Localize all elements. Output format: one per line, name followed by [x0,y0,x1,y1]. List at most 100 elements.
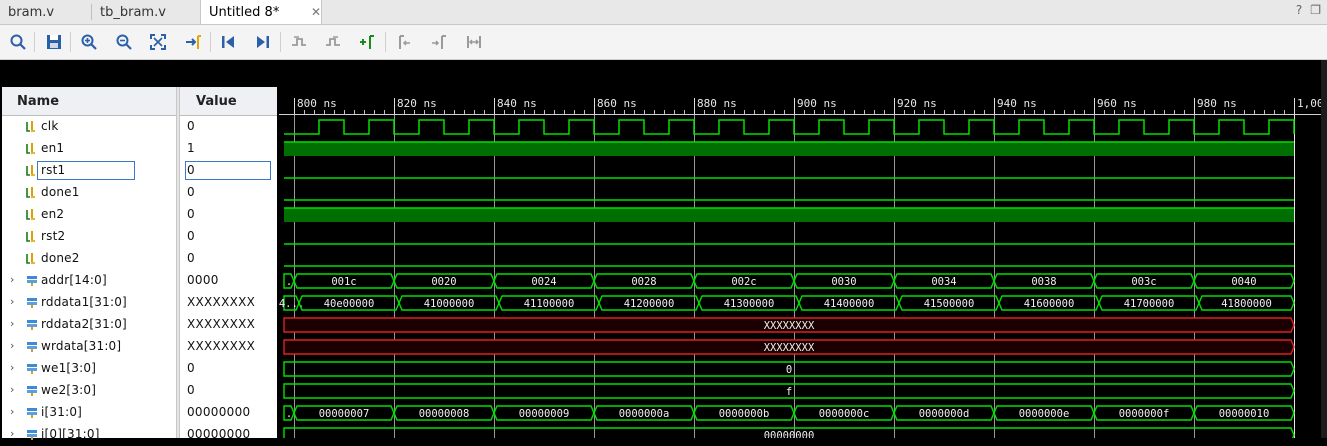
signal-row[interactable]: en1 1 [2,138,277,160]
signal-row[interactable]: rst2 0 [2,226,277,248]
bus-value-label: 0024 [531,276,556,288]
bus-value-label: 0034 [931,276,956,288]
zoom-fit-icon[interactable] [148,32,168,52]
search-icon[interactable] [8,32,28,52]
signal-value: 0 [187,185,195,199]
tab-label: tb_bram.v [100,4,166,20]
clk-waveform [284,119,1295,135]
go-to-last-time-icon[interactable] [253,32,273,52]
expand-chevron-icon[interactable]: › [10,427,14,440]
time-tick-label: 940 ns [997,97,1037,110]
high-level-fill [284,142,1294,156]
signal-row[interactable]: done1 0 [2,182,277,204]
time-tick-label: 840 ns [497,97,537,110]
tab-untitled-8[interactable]: Untitled 8* ✕ [200,0,322,24]
bit-signal-icon [26,209,35,220]
signal-name: done2 [41,251,80,265]
signal-row[interactable]: › rddata1[31:0] XXXXXXXX [2,292,277,314]
tab-bar: bram.v tb_bram.v Untitled 8* ✕ ? ❐ [0,0,1327,25]
previous-transition-icon[interactable] [289,32,309,52]
signal-value: 00000000 [187,405,251,419]
bus-value-label: 41100000 [524,298,575,310]
next-marker-icon[interactable] [428,32,448,52]
restore-icon[interactable]: ❐ [1310,3,1321,17]
signal-row[interactable]: clk 0 [2,116,277,138]
time-tick-label: 820 ns [397,97,437,110]
bus-signal-icon [27,386,37,396]
signal-value: 00000000 [187,427,251,441]
bus-value-label: 002c [731,276,756,288]
bus-value-label: 0000000f [1119,408,1170,420]
waveform-top-strip [279,60,1327,87]
bus-value-label: 00000008 [419,408,470,420]
signal-name: en2 [41,207,65,221]
signal-row[interactable]: en2 0 [2,204,277,226]
signal-list-top-strip [2,60,277,87]
name-column-header[interactable]: Name [2,87,176,116]
expand-chevron-icon[interactable]: › [10,339,14,352]
signal-row[interactable]: › addr[14:0] 0000 [2,270,277,292]
bit-signal-icon [26,253,35,264]
value-column-header[interactable]: Value [180,87,277,116]
signal-row[interactable]: › wrdata[31:0] XXXXXXXX [2,336,277,358]
toolbar-divider [70,32,71,52]
name-column-label: Name [17,93,60,109]
selected-name-cell[interactable] [37,161,135,180]
value-column-label: Value [196,93,237,109]
bus-signal-icon [27,320,37,330]
bus-value-label: 41400000 [824,298,875,310]
waveform-canvas[interactable]: 800 ns 820 ns 840 ns 860 ns 880 ns 900 ns 920 … [279,60,1327,438]
bus-signal-icon [27,298,37,308]
expand-chevron-icon[interactable]: › [10,273,14,286]
signal-name: rddata1[31:0] [41,295,127,309]
signal-name: en1 [41,141,65,155]
bus-value-label: 003c [1131,276,1156,288]
bus-value-label: . [286,408,292,420]
signal-value: 0000 [187,273,219,287]
tab-tb-bram-v[interactable]: tb_bram.v [92,0,200,24]
selected-value-cell[interactable] [185,161,271,180]
signal-row[interactable]: › i[31:0] 00000000 [2,402,277,424]
signal-row[interactable]: done2 0 [2,248,277,270]
zoom-out-icon[interactable] [114,32,134,52]
tab-bram-v[interactable]: bram.v [0,0,90,24]
signal-value: 0 [187,229,195,243]
previous-marker-icon[interactable] [394,32,414,52]
time-tick-label: 860 ns [597,97,637,110]
close-tab-icon[interactable]: ✕ [311,5,321,19]
add-marker-icon[interactable] [358,32,378,52]
expand-chevron-icon[interactable]: › [10,295,14,308]
bus-signal-icon [27,276,37,286]
swap-cursors-icon[interactable] [464,32,484,52]
time-tick-label: 880 ns [697,97,737,110]
go-to-time-0-icon[interactable] [218,32,238,52]
bus-value-label: 41800000 [1221,298,1272,310]
go-to-cursor-icon[interactable] [183,32,203,52]
expand-chevron-icon[interactable]: › [10,405,14,418]
next-transition-icon[interactable] [323,32,343,52]
help-icon[interactable]: ? [1296,3,1302,17]
bit-signal-icon [26,187,35,198]
signal-name: rst2 [41,229,66,243]
bus-value-label: 0040 [1231,276,1256,288]
signal-value: 0 [187,119,195,133]
bus-value-label: 00000007 [319,408,370,420]
expand-chevron-icon[interactable]: › [10,383,14,396]
signal-row[interactable]: › we2[3:0] 0 [2,380,277,402]
bus-value-label: 41700000 [1124,298,1175,310]
bit-signal-icon [26,143,35,154]
waveform-scrollbar[interactable] [1321,60,1327,438]
signal-row[interactable]: › we1[3:0] 0 [2,358,277,380]
expand-chevron-icon[interactable]: › [10,317,14,330]
expand-chevron-icon[interactable]: › [10,361,14,374]
save-icon[interactable] [44,32,64,52]
signal-name: we2[3:0] [41,383,97,397]
bus-value-label: 41200000 [624,298,675,310]
signal-row[interactable]: › rddata2[31:0] XXXXXXXX [2,314,277,336]
signal-name: done1 [41,185,80,199]
signal-name: clk [41,119,59,133]
zoom-in-icon[interactable] [79,32,99,52]
bus-value-label: 41500000 [924,298,975,310]
signal-name: wrdata[31:0] [41,339,122,353]
signal-row[interactable]: › j[0][31:0] 00000000 [2,424,277,446]
